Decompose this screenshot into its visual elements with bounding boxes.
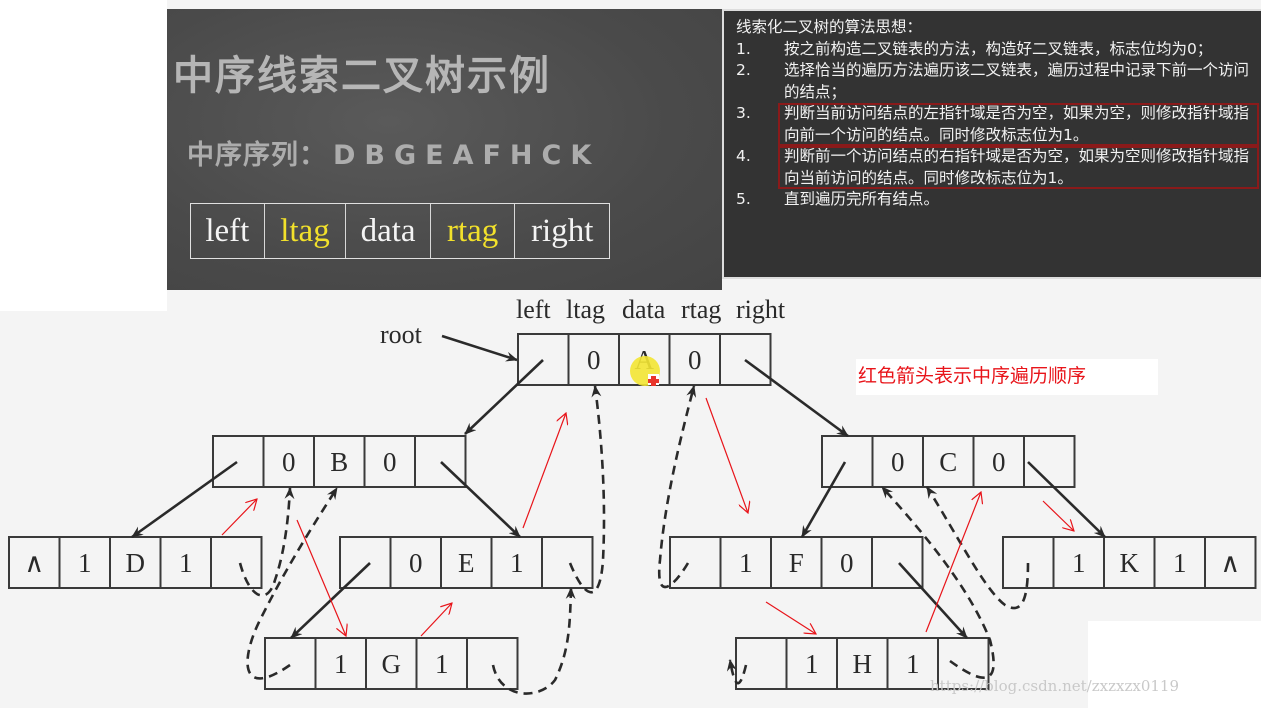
header-data: data — [622, 295, 666, 324]
node-cell-value: 0 — [992, 447, 1006, 477]
node-cell-value: 1 — [179, 548, 193, 578]
tree-node-C: 0 C 0 — [821, 435, 1076, 488]
node-cell-value: 1 — [805, 649, 819, 679]
thread-H-F — [726, 659, 748, 685]
node-cell-value: 1 — [906, 649, 920, 679]
node-cell — [466, 637, 519, 690]
node-cell-value: C — [939, 447, 957, 477]
thread-E-A — [568, 385, 606, 594]
node-cell — [719, 333, 772, 386]
node-cell-value: F — [789, 548, 804, 578]
node-cell-value: 0 — [688, 345, 702, 375]
order-A-F — [705, 397, 748, 513]
tree-node-K: 1 K 1 ∧ — [1002, 536, 1257, 589]
node-cell — [212, 435, 265, 488]
field-header-labels: left ltag data rtag right — [516, 295, 786, 324]
node-cell — [1023, 435, 1076, 488]
order-D-B — [221, 499, 257, 536]
node-cell-value: 1 — [1173, 548, 1187, 578]
node-cell-value: 1 — [334, 649, 348, 679]
tree-node-E: 0 E 1 — [339, 536, 594, 589]
order-G-E — [420, 603, 452, 637]
node-cell-value: 0 — [409, 548, 423, 578]
node-cell — [339, 536, 392, 589]
node-cell-value: ∧ — [24, 548, 44, 578]
node-cell-value: 0 — [282, 447, 296, 477]
node-cell-value: 1 — [1072, 548, 1086, 578]
order-F-H — [765, 601, 816, 634]
tree-node-F: 1 F 0 — [669, 536, 924, 589]
link-A-C — [744, 358, 849, 438]
cursor-highlight — [630, 356, 660, 386]
order-H-C — [925, 492, 981, 633]
link-C-F — [800, 461, 847, 538]
tree-node-G: 1 G 1 — [264, 637, 519, 690]
node-cell-value: 0 — [891, 447, 905, 477]
nodes-layer: 0A00B00C0∧1D10E11F01K1∧1G11H1 — [8, 333, 1257, 690]
header-ltag: ltag — [566, 295, 605, 324]
thread-D-B — [238, 487, 295, 597]
thread-G-E — [491, 587, 576, 695]
node-cell — [210, 536, 263, 589]
header-rtag: rtag — [681, 295, 721, 324]
order-B-G — [296, 519, 346, 636]
link-F-H — [898, 562, 968, 639]
watermark: https://blog.csdn.net/zxzxzx0119 — [930, 677, 1179, 695]
node-cell — [821, 435, 874, 488]
node-cell-value: D — [126, 548, 146, 578]
order-C-K — [1042, 500, 1074, 531]
tree-node-B: 0 B 0 — [212, 435, 467, 488]
node-cell-value: 1 — [78, 548, 92, 578]
node-cell-value: 1 — [435, 649, 449, 679]
root-pointer-arrow — [441, 334, 518, 362]
node-cell-value: 0 — [383, 447, 397, 477]
node-cell-value: 0 — [587, 345, 601, 375]
node-cell-value: B — [330, 447, 348, 477]
link-A-B — [464, 359, 544, 435]
tree-node-D: ∧ 1 D 1 — [8, 536, 263, 589]
node-cell — [735, 637, 788, 690]
node-cell-value: 1 — [739, 548, 753, 578]
node-cell — [669, 536, 722, 589]
node-cell-value: 1 — [510, 548, 524, 578]
link-B-D — [131, 460, 238, 539]
order-E-A — [522, 413, 566, 529]
node-cell-value: H — [853, 649, 873, 679]
node-cell — [264, 637, 317, 690]
root-label: root — [380, 320, 423, 349]
node-cell-value: K — [1120, 548, 1140, 578]
link-B-E — [440, 461, 521, 538]
link-C-K — [1027, 461, 1106, 538]
node-cell-value: E — [458, 548, 475, 578]
threaded-tree-diagram: left ltag data rtag right root 0A00B00C0… — [8, 295, 1257, 695]
node-cell-value: 0 — [840, 548, 854, 578]
header-left: left — [516, 295, 551, 324]
node-cell-value: G — [382, 649, 402, 679]
threads-layer — [238, 385, 1030, 695]
header-right: right — [736, 295, 786, 324]
node-cell — [541, 536, 594, 589]
thread-F-A — [657, 385, 697, 589]
links-layer — [131, 358, 1106, 639]
node-cell-value: ∧ — [1220, 548, 1240, 578]
